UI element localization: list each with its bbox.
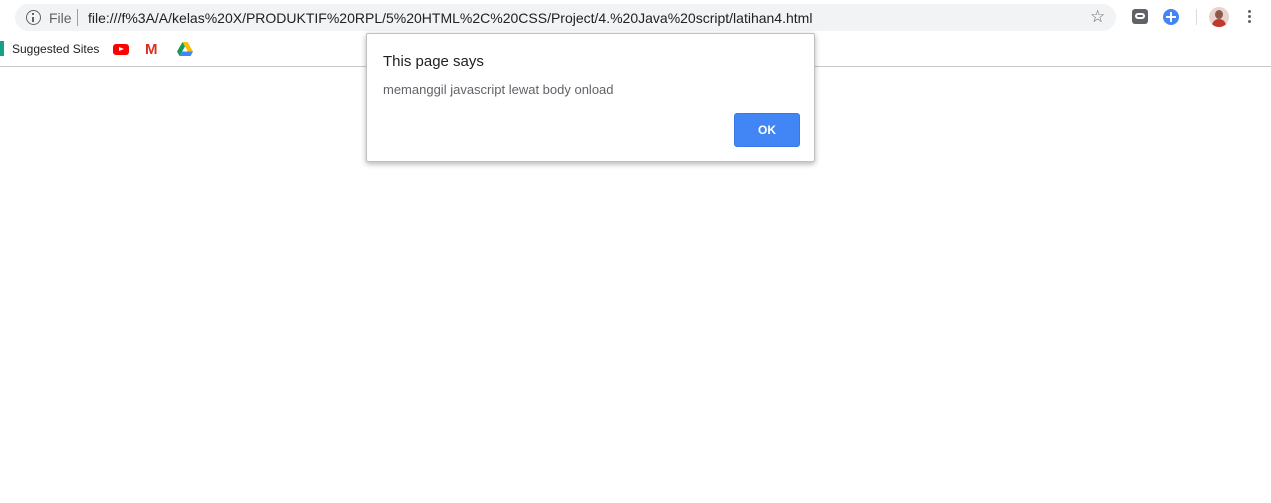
gmail-icon[interactable]: M <box>145 42 158 57</box>
star-icon[interactable]: ☆ <box>1090 7 1105 27</box>
alert-dialog: This page says memanggil javascript lewa… <box>366 33 815 162</box>
url-divider <box>77 9 78 26</box>
youtube-icon[interactable] <box>113 44 129 55</box>
google-drive-icon[interactable] <box>177 42 193 56</box>
dialog-title: This page says <box>383 53 484 70</box>
profile-avatar[interactable] <box>1209 7 1229 27</box>
ok-button[interactable]: OK <box>734 113 800 147</box>
suggested-sites-icon <box>0 41 4 56</box>
extension-plus-icon[interactable] <box>1163 9 1179 25</box>
bookmark-label: Suggested Sites <box>12 42 100 56</box>
extension-chat-icon[interactable] <box>1132 9 1148 24</box>
dialog-message: memanggil javascript lewat body onload <box>383 82 614 97</box>
menu-icon[interactable] <box>1248 10 1252 26</box>
url-text[interactable]: file:///f%3A/A/kelas%20X/PRODUKTIF%20RPL… <box>88 10 812 26</box>
url-scheme-label: File <box>49 10 72 26</box>
info-icon[interactable] <box>26 10 41 25</box>
toolbar-divider <box>1196 9 1197 25</box>
address-bar[interactable]: File file:///f%3A/A/kelas%20X/PRODUKTIF%… <box>15 4 1116 31</box>
